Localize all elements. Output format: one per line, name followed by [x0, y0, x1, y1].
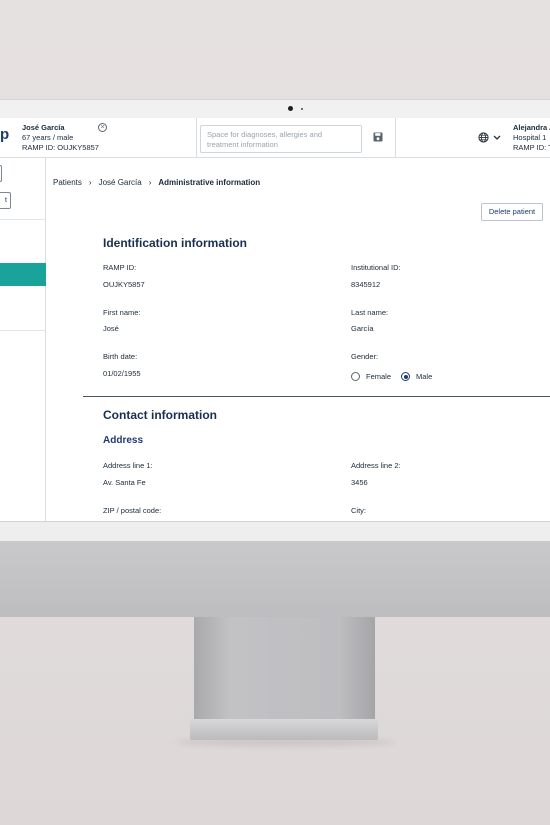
sidebar: t: [0, 158, 46, 521]
gender-female-radio[interactable]: [351, 372, 360, 381]
institutional-id-label: Institutional ID:: [351, 263, 401, 272]
clinical-notes-field[interactable]: Space for diagnoses, allergies and treat…: [200, 125, 362, 153]
city-label: City:: [351, 506, 366, 515]
ramp-id-label: RAMP ID:: [103, 263, 137, 272]
institutional-id-value: 8345912: [351, 280, 381, 289]
sidebar-divider: [0, 219, 46, 220]
gender-female-label[interactable]: Female: [366, 372, 391, 381]
close-patient-icon[interactable]: ×: [98, 123, 107, 132]
patient-ramp-id: RAMP ID: OUJKY5857: [22, 143, 99, 152]
user-name: Alejandra A: [513, 123, 550, 132]
patient-summary[interactable]: José García 67 years / male RAMP ID: OUJ…: [22, 123, 99, 153]
monitor-screen: p José García 67 years / male RAMP ID: O…: [0, 118, 550, 521]
user-ramp-id: RAMP ID: TI: [513, 143, 550, 152]
section-divider: [83, 396, 550, 397]
breadcrumb: Patients › José García › Administrative info…: [53, 178, 260, 187]
address-line2-label: Address line 2:: [351, 461, 401, 470]
header-divider: [395, 118, 396, 158]
monitor-stand-base: [190, 719, 378, 740]
breadcrumb-item[interactable]: Patients: [53, 178, 82, 187]
breadcrumb-item[interactable]: José García: [99, 178, 142, 187]
gender-male-radio[interactable]: [401, 372, 410, 381]
first-name-label: First name:: [103, 308, 141, 317]
patient-age-sex: 67 years / male: [22, 133, 74, 142]
gender-male-label[interactable]: Male: [416, 372, 432, 381]
save-icon[interactable]: [373, 132, 383, 142]
chevron-down-icon[interactable]: [493, 135, 501, 141]
sidebar-divider: [0, 330, 46, 331]
header-divider: [196, 118, 197, 158]
sidebar-button[interactable]: t: [0, 192, 11, 209]
last-name-value: García: [351, 324, 374, 333]
contact-section-title: Contact information: [103, 408, 217, 422]
monitor-stand: [194, 617, 375, 719]
globe-icon[interactable]: [478, 132, 489, 143]
camera-icon: [288, 106, 293, 111]
first-name-value: José: [103, 324, 119, 333]
monitor-top-bezel: [0, 99, 550, 118]
sidebar-item-active[interactable]: [0, 263, 46, 286]
address-subtitle: Address: [103, 435, 144, 446]
camera-sensor-icon: [301, 108, 303, 110]
ramp-id-value: OUJKY5857: [103, 280, 145, 289]
app-header: p José García 67 years / male RAMP ID: O…: [0, 118, 550, 158]
address-line1-label: Address line 1:: [103, 461, 153, 470]
breadcrumb-current: Administrative information: [158, 178, 261, 187]
chevron-right-icon: ›: [148, 178, 152, 187]
identification-section-title: Identification information: [103, 236, 247, 250]
app-logo: p: [0, 126, 10, 143]
monitor-body: [0, 541, 550, 617]
chevron-right-icon: ›: [88, 178, 92, 187]
patient-name: José García: [22, 123, 65, 132]
address-line1-value: Av. Santa Fe: [103, 478, 146, 487]
last-name-label: Last name:: [351, 308, 389, 317]
birth-date-value: 01/02/1955: [103, 369, 141, 378]
monitor-chin: [0, 521, 550, 541]
zip-label: ZIP / postal code:: [103, 506, 162, 515]
address-line2-value: 3456: [351, 478, 368, 487]
user-hospital: Hospital 1: [513, 133, 547, 142]
delete-patient-button[interactable]: Delete patient: [481, 203, 543, 221]
user-summary[interactable]: Alejandra A Hospital 1 RAMP ID: TI: [513, 123, 550, 153]
sidebar-button[interactable]: [0, 165, 2, 182]
gender-label: Gender:: [351, 352, 379, 361]
birth-date-label: Birth date:: [103, 352, 138, 361]
